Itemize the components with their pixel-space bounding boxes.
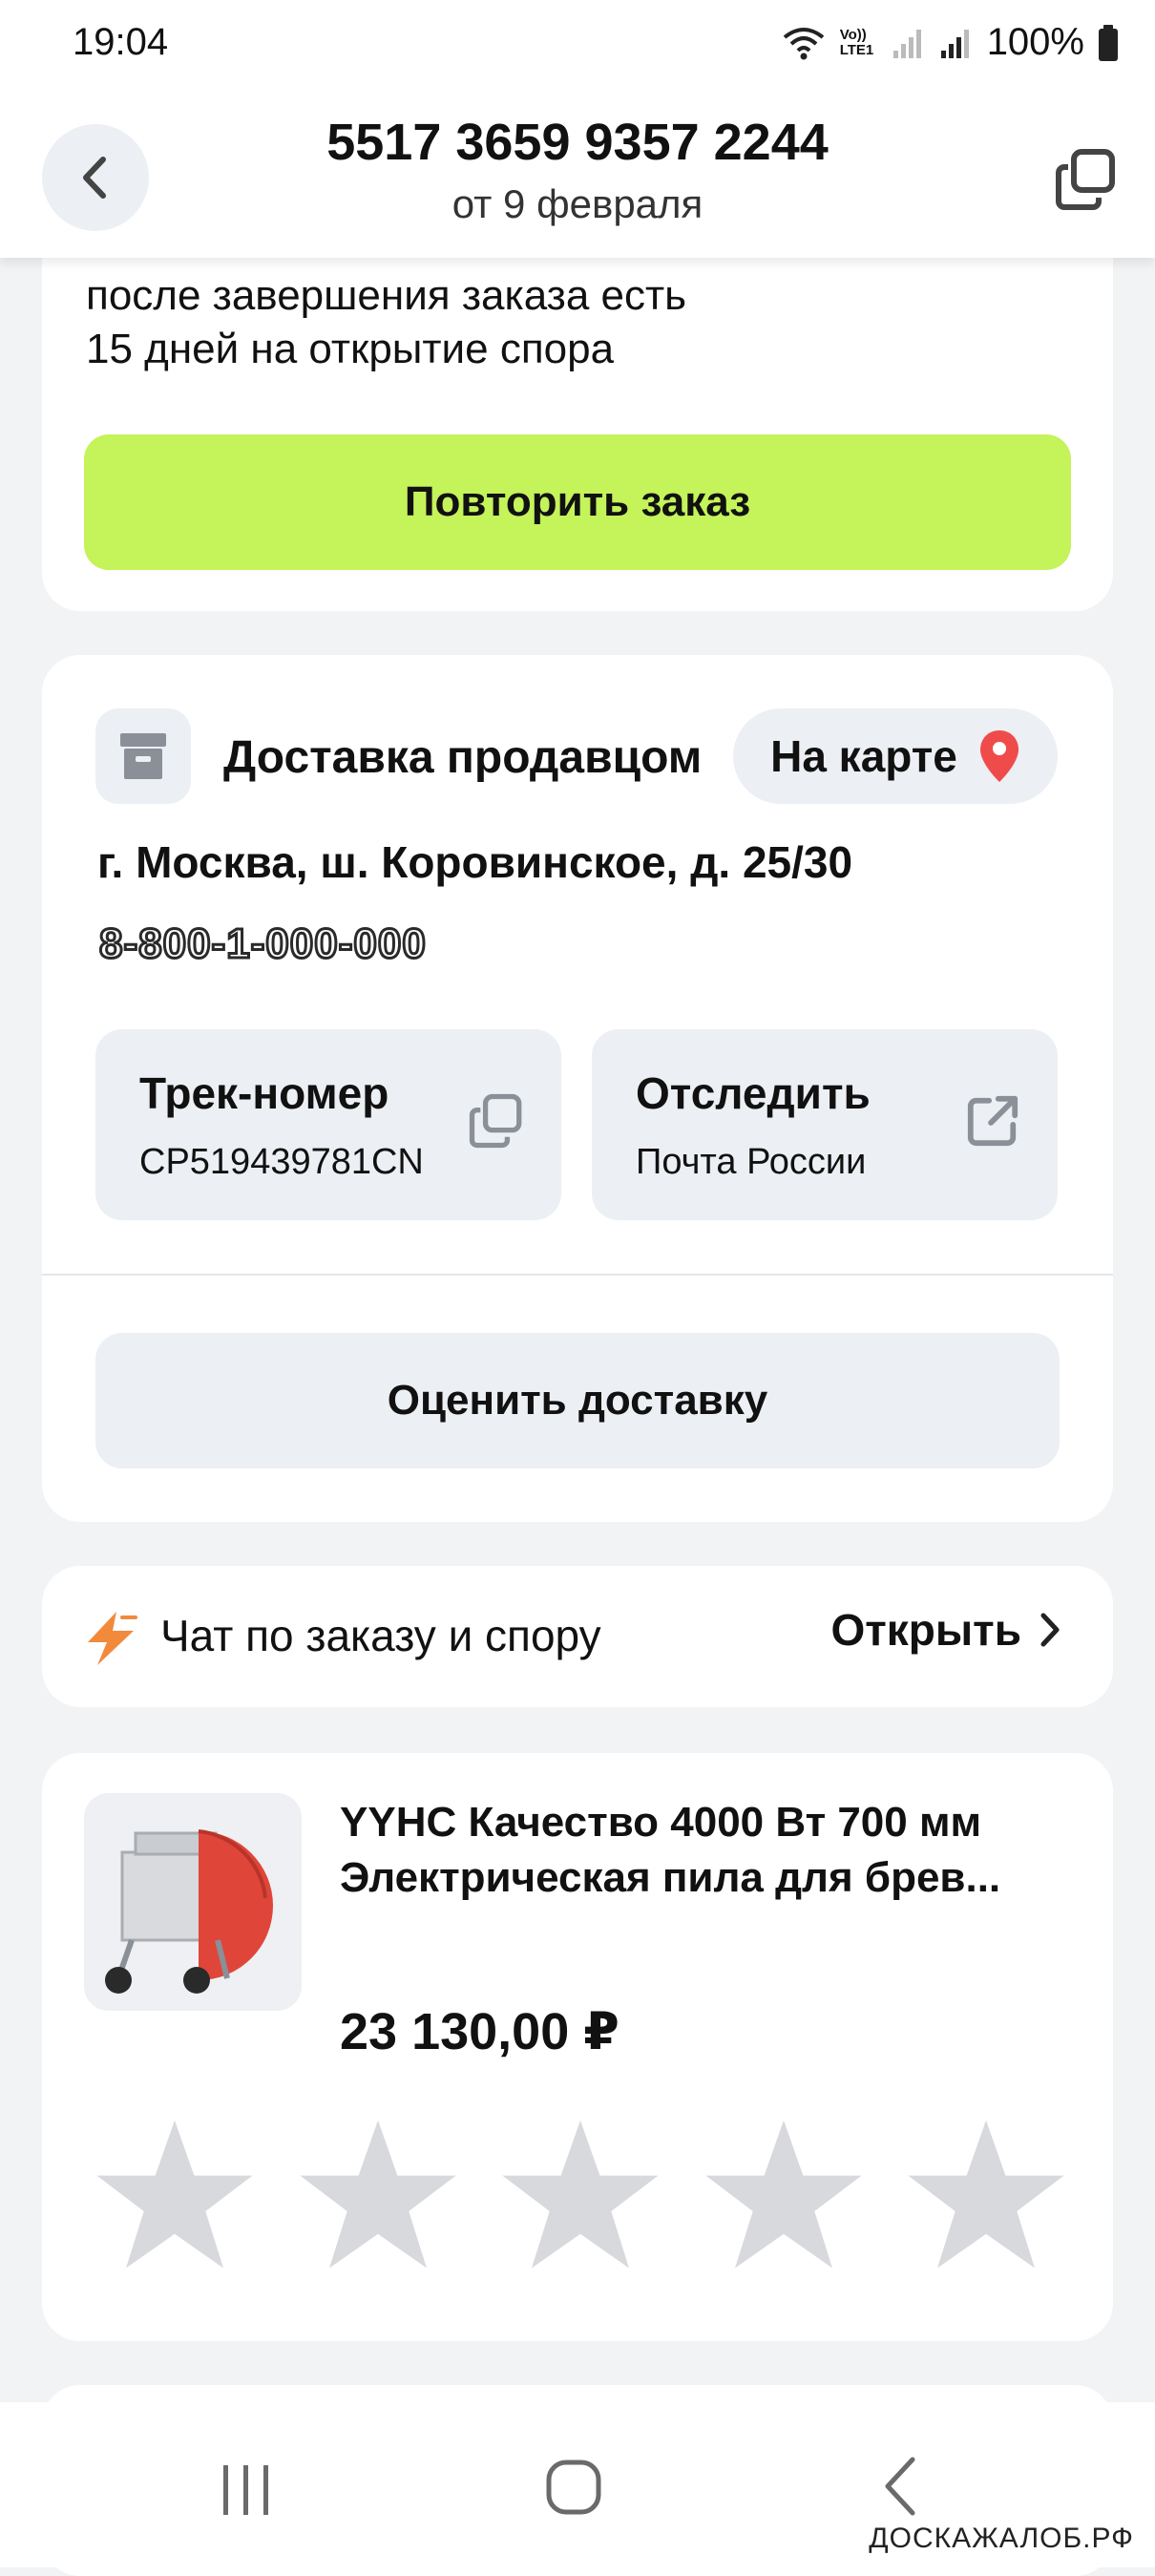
order-header: 5517 3659 9357 2244 от 9 февраля xyxy=(0,95,1155,258)
battery-icon xyxy=(1099,24,1118,61)
watermark: ДОСКАЖАЛОБ.РФ xyxy=(869,2523,1134,2554)
rating-star-2[interactable] xyxy=(297,2114,459,2276)
rating-star-3[interactable] xyxy=(499,2114,662,2276)
track-number-tile[interactable]: Трек-номер CP519439781CN xyxy=(95,1029,561,1220)
wifi-icon xyxy=(783,27,824,59)
external-link-icon xyxy=(964,1092,1021,1150)
map-button-label: На карте xyxy=(770,731,957,781)
order-number: 5517 3659 9357 2244 xyxy=(326,114,829,171)
divider xyxy=(42,1274,1113,1276)
dispute-note-line: после завершения заказа есть xyxy=(86,272,687,319)
delivery-address: г. Москва, ш. Коровинское, д. 25/30 xyxy=(97,837,853,887)
order-chat-card[interactable]: Чат по заказу и спору Открыть xyxy=(42,1566,1113,1707)
show-on-map-button[interactable]: На карте xyxy=(733,708,1058,804)
delivery-title: Доставка продавцом xyxy=(223,732,703,783)
map-pin-icon xyxy=(979,730,1018,782)
chevron-right-icon xyxy=(1040,1613,1060,1647)
package-box-icon xyxy=(95,708,191,804)
rate-delivery-button[interactable]: Оценить доставку xyxy=(95,1333,1060,1468)
track-number-label: Трек-номер xyxy=(139,1068,389,1118)
dispute-note-line: 15 дней на открытие спора xyxy=(86,326,615,372)
status-indicators: Vo)) LTE1 100% xyxy=(781,21,1119,64)
repeat-order-button[interactable]: Повторить заказ xyxy=(84,434,1071,570)
dispute-note: после завершения заказа есть 15 дней на … xyxy=(86,269,686,376)
home-icon xyxy=(546,2460,601,2515)
product-image[interactable] xyxy=(84,1793,302,2011)
signal-icon xyxy=(892,29,921,58)
battery-percent: 100% xyxy=(986,21,1084,63)
track-parcel-label: Отследить xyxy=(636,1068,871,1118)
system-back-button[interactable] xyxy=(882,2456,920,2522)
signal-icon-2 xyxy=(940,29,969,58)
rating-star-4[interactable] xyxy=(703,2114,865,2276)
chat-label: Чат по заказу и спору xyxy=(160,1611,601,1660)
copy-icon[interactable] xyxy=(468,1092,525,1150)
track-parcel-tile[interactable]: Отследить Почта России xyxy=(592,1029,1058,1220)
product-price: 23 130,00 ₽ xyxy=(340,2003,620,2060)
lte-indicator: Vo)) LTE1 xyxy=(839,26,874,58)
product-card: YYHC Качество 4000 Вт 700 мм Электрическ… xyxy=(42,1753,1113,2341)
open-chat-label: Открыть xyxy=(830,1605,1021,1655)
copy-order-button[interactable] xyxy=(1048,141,1124,218)
chevron-left-icon xyxy=(885,2457,915,2516)
home-button[interactable] xyxy=(544,2458,603,2522)
status-bar: 19:04 Vo)) LTE1 100% xyxy=(0,0,1155,95)
delivery-phone[interactable]: 8-800-1-000-000 xyxy=(98,919,428,969)
order-date: от 9 февраля xyxy=(452,181,704,226)
recent-apps-button[interactable] xyxy=(218,2461,275,2523)
rating-star-1[interactable] xyxy=(94,2114,256,2276)
status-time: 19:04 xyxy=(73,21,169,63)
product-title[interactable]: YYHC Качество 4000 Вт 700 мм Электрическ… xyxy=(340,1795,1094,1906)
lightning-chat-icon xyxy=(88,1612,137,1665)
product-rating-stars xyxy=(94,2114,1067,2276)
delivery-card: Доставка продавцом На карте г. Москва, ш… xyxy=(42,655,1113,1522)
recent-apps-icon xyxy=(223,2465,268,2515)
track-number-value: CP519439781CN xyxy=(139,1142,424,1182)
open-chat-link[interactable]: Открыть xyxy=(830,1604,1061,1656)
copy-icon xyxy=(1056,149,1115,210)
carrier-name: Почта России xyxy=(636,1142,867,1182)
rating-star-5[interactable] xyxy=(905,2114,1067,2276)
